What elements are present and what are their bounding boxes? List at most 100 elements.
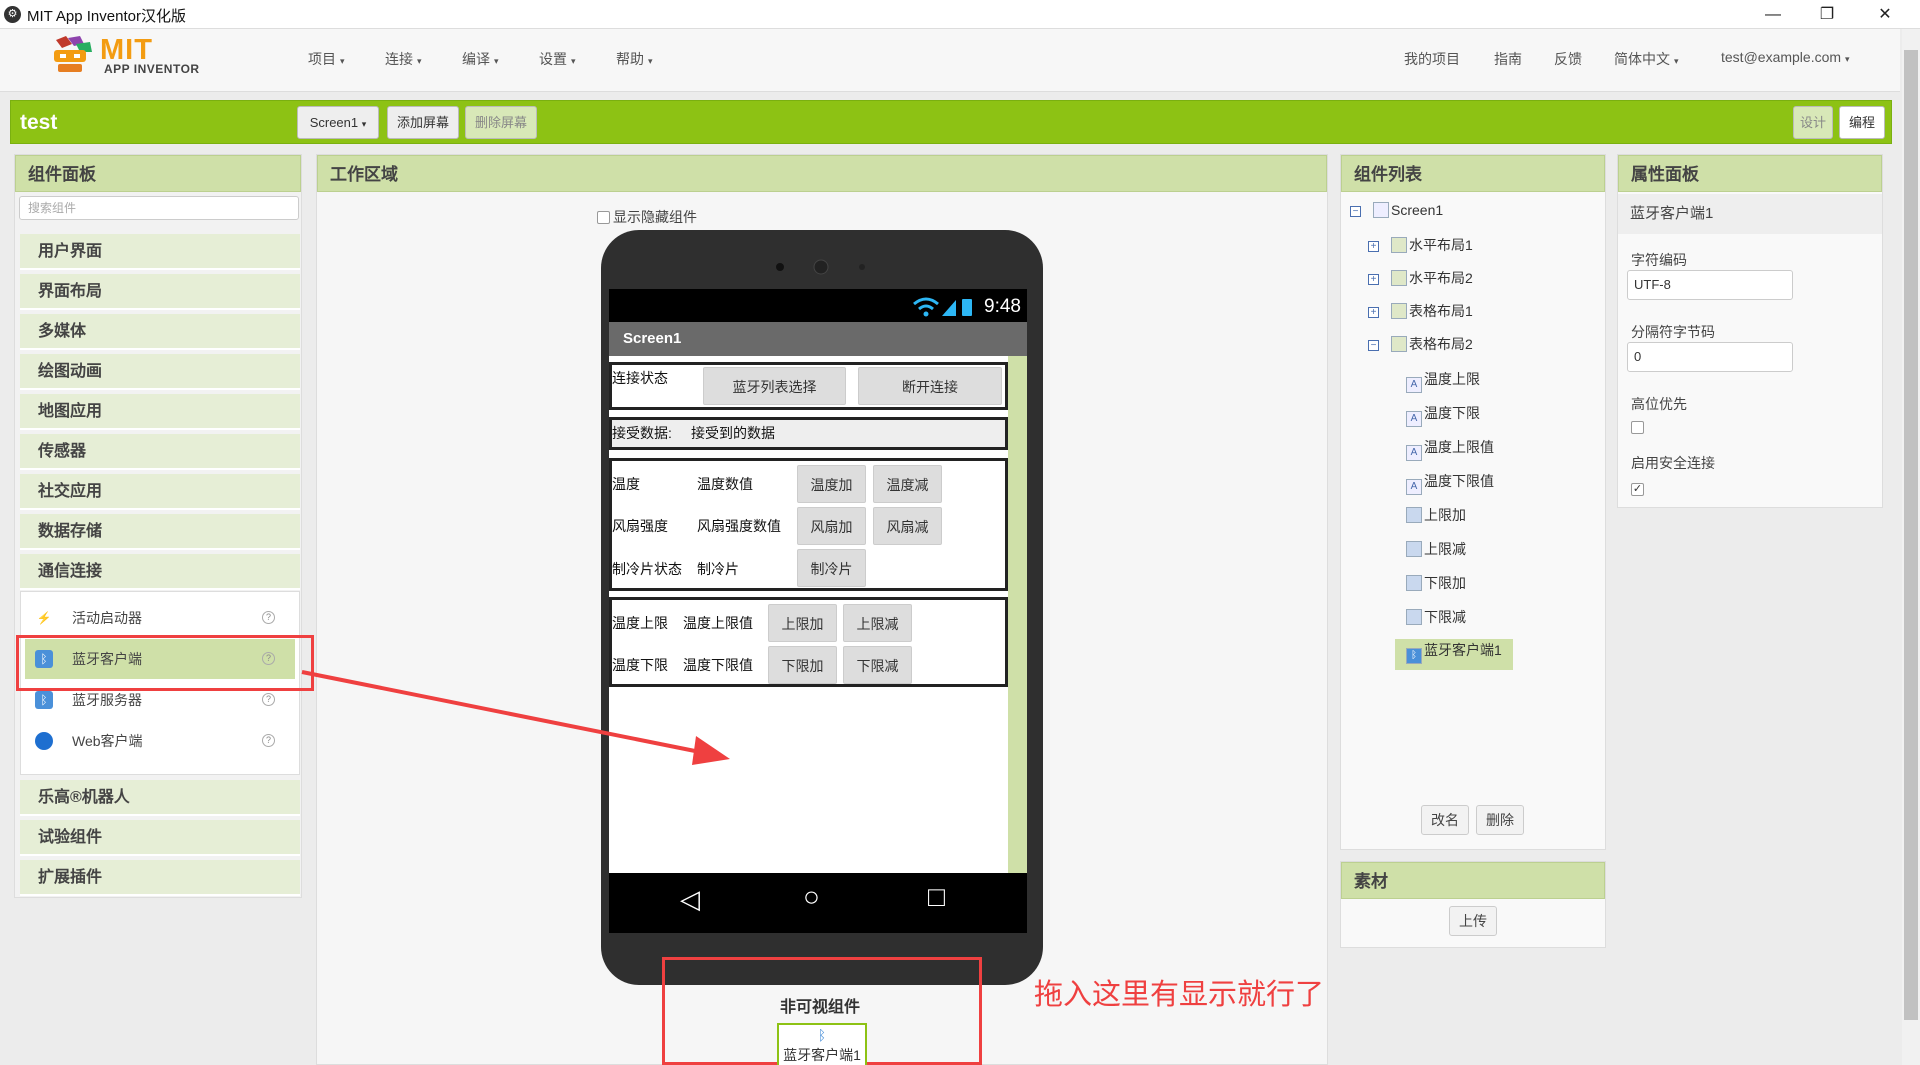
label-icon: A [1406,445,1422,461]
help-icon[interactable]: ? [262,734,275,747]
expand-icon[interactable]: + [1368,307,1379,318]
tree-node[interactable]: A 温度上限 [1406,369,1480,393]
tree-node[interactable]: − Screen1 [1350,202,1443,218]
nonvisible-bluetooth-client[interactable]: ᛒ 蓝牙客户端1 [777,1023,867,1065]
user-menu[interactable]: test@example.com ▾ [1721,49,1850,65]
screen-select[interactable]: Screen1 ▾ [297,106,379,139]
menu-build[interactable]: 编译 ▾ [462,49,499,69]
category-storage[interactable]: 数据存储 [20,514,300,550]
tree-node[interactable]: + 表格布局1 [1368,301,1473,321]
tree-node[interactable]: 上限加 [1406,505,1466,525]
collapse-icon[interactable]: − [1350,206,1361,217]
feedback-link[interactable]: 反馈 [1554,49,1582,69]
category-social[interactable]: 社交应用 [20,474,300,510]
high-byte-first-checkbox[interactable] [1631,419,1647,435]
screen-scrollbar[interactable] [1008,356,1027,873]
help-icon[interactable]: ? [262,693,275,706]
category-media[interactable]: 多媒体 [20,314,300,350]
category-drawing-animation[interactable]: 绘图动画 [20,354,300,390]
tree-node[interactable]: ᛒ 蓝牙客户端1 [1406,640,1502,664]
expand-icon[interactable]: + [1368,241,1379,252]
tree-node[interactable]: 上限减 [1406,539,1466,559]
page-scrollbar-thumb[interactable] [1904,50,1918,1020]
upload-button[interactable]: 上传 [1449,906,1497,936]
language-menu[interactable]: 简体中文 ▾ [1614,49,1679,69]
guide-link[interactable]: 指南 [1494,49,1522,69]
upper-down-button[interactable]: 上限减 [843,604,912,642]
secure-checkbox[interactable]: ✓ [1631,477,1647,496]
back-icon[interactable]: ◁ [680,884,700,915]
tree-node[interactable]: A 温度上限值 [1406,437,1494,461]
menu-help[interactable]: 帮助 ▾ [616,49,653,69]
rename-button[interactable]: 改名 [1421,805,1469,835]
chevron-down-icon: ▾ [417,56,422,66]
cooler-button[interactable]: 制冷片 [797,549,866,587]
tree-node-label: 上限减 [1424,541,1466,557]
fan-strength-label: 风扇强度 [612,518,668,534]
temp-down-button[interactable]: 温度减 [873,465,942,503]
selected-component-name: 蓝牙客户端1 [1618,194,1882,234]
chevron-down-icon: ▾ [648,56,653,66]
tree-node[interactable]: A 温度下限 [1406,403,1480,427]
minimize-button[interactable]: — [1750,2,1796,28]
delete-button[interactable]: 删除 [1476,805,1524,835]
category-experimental[interactable]: 试验组件 [20,820,300,856]
media-title: 素材 [1341,862,1605,899]
delimiter-input[interactable]: 0 [1627,342,1793,372]
recent-apps-icon[interactable]: □ [928,881,945,913]
upper-up-button[interactable]: 上限加 [768,604,837,642]
properties-title: 属性面板 [1618,155,1882,192]
category-connectivity[interactable]: 通信连接 [20,554,300,590]
highlight-box [16,635,314,691]
temp-up-button[interactable]: 温度加 [797,465,866,503]
collapse-icon[interactable]: − [1368,340,1379,351]
menu-project[interactable]: 项目 ▾ [308,49,345,69]
tree-node[interactable]: + 水平布局2 [1368,268,1473,288]
tree-node-label: 下限加 [1424,575,1466,591]
close-button[interactable]: ✕ [1862,2,1908,28]
disconnect-button[interactable]: 断开连接 [858,367,1002,405]
bluetooth-list-picker[interactable]: 蓝牙列表选择 [703,367,846,405]
label-icon: A [1406,479,1422,495]
component-search-input[interactable]: 搜索组件 [19,196,299,220]
char-encoding-input[interactable]: UTF-8 [1627,270,1793,300]
category-lego[interactable]: 乐高®机器人 [20,780,300,816]
help-icon[interactable]: ? [262,611,275,624]
tree-node[interactable]: 下限加 [1406,573,1466,593]
lower-up-button[interactable]: 下限加 [768,646,837,684]
tree-node[interactable]: 下限减 [1406,607,1466,627]
designer-button[interactable]: 设计 [1793,106,1833,139]
maximize-button[interactable]: ❐ [1804,2,1850,28]
add-screen-button[interactable]: 添加屏幕 [387,106,459,139]
cooler-value: 制冷片 [697,561,739,577]
palette-item-activity-starter[interactable]: ⚡ 活动启动器 ? [25,598,295,638]
lower-down-button[interactable]: 下限减 [843,646,912,684]
category-user-interface[interactable]: 用户界面 [20,234,300,270]
category-sensors[interactable]: 传感器 [20,434,300,470]
globe-icon [35,732,53,750]
tree-node[interactable]: A 温度下限值 [1406,471,1494,495]
category-maps[interactable]: 地图应用 [20,394,300,430]
tree-node[interactable]: − 表格布局2 [1368,334,1473,354]
tree-node-label: 温度下限值 [1424,473,1494,489]
fan-down-button[interactable]: 风扇减 [873,507,942,545]
fan-up-button[interactable]: 风扇加 [797,507,866,545]
home-icon[interactable]: ○ [803,881,820,913]
logo-subtitle: APP INVENTOR [104,62,200,76]
tree-node[interactable]: + 水平布局1 [1368,235,1473,255]
show-hidden-checkbox[interactable]: 显示隐藏组件 [597,207,697,227]
menu-settings[interactable]: 设置 ▾ [539,49,576,69]
blocks-button[interactable]: 编程 [1839,106,1885,139]
viewer-title: 工作区域 [317,155,1327,192]
annotation-text: 拖入这里有显示就行了 [1034,979,1325,1011]
project-title: test [20,111,58,134]
menu-connect[interactable]: 连接 ▾ [385,49,422,69]
category-extensions[interactable]: 扩展插件 [20,860,300,896]
palette-item-web-client[interactable]: Web客户端 ? [25,721,295,761]
expand-icon[interactable]: + [1368,274,1379,285]
my-projects-link[interactable]: 我的项目 [1404,49,1460,69]
category-layout[interactable]: 界面布局 [20,274,300,310]
app-icon: ⚙ [4,6,21,23]
remove-screen-button[interactable]: 删除屏幕 [465,106,537,139]
chevron-down-icon: ▾ [361,119,367,129]
